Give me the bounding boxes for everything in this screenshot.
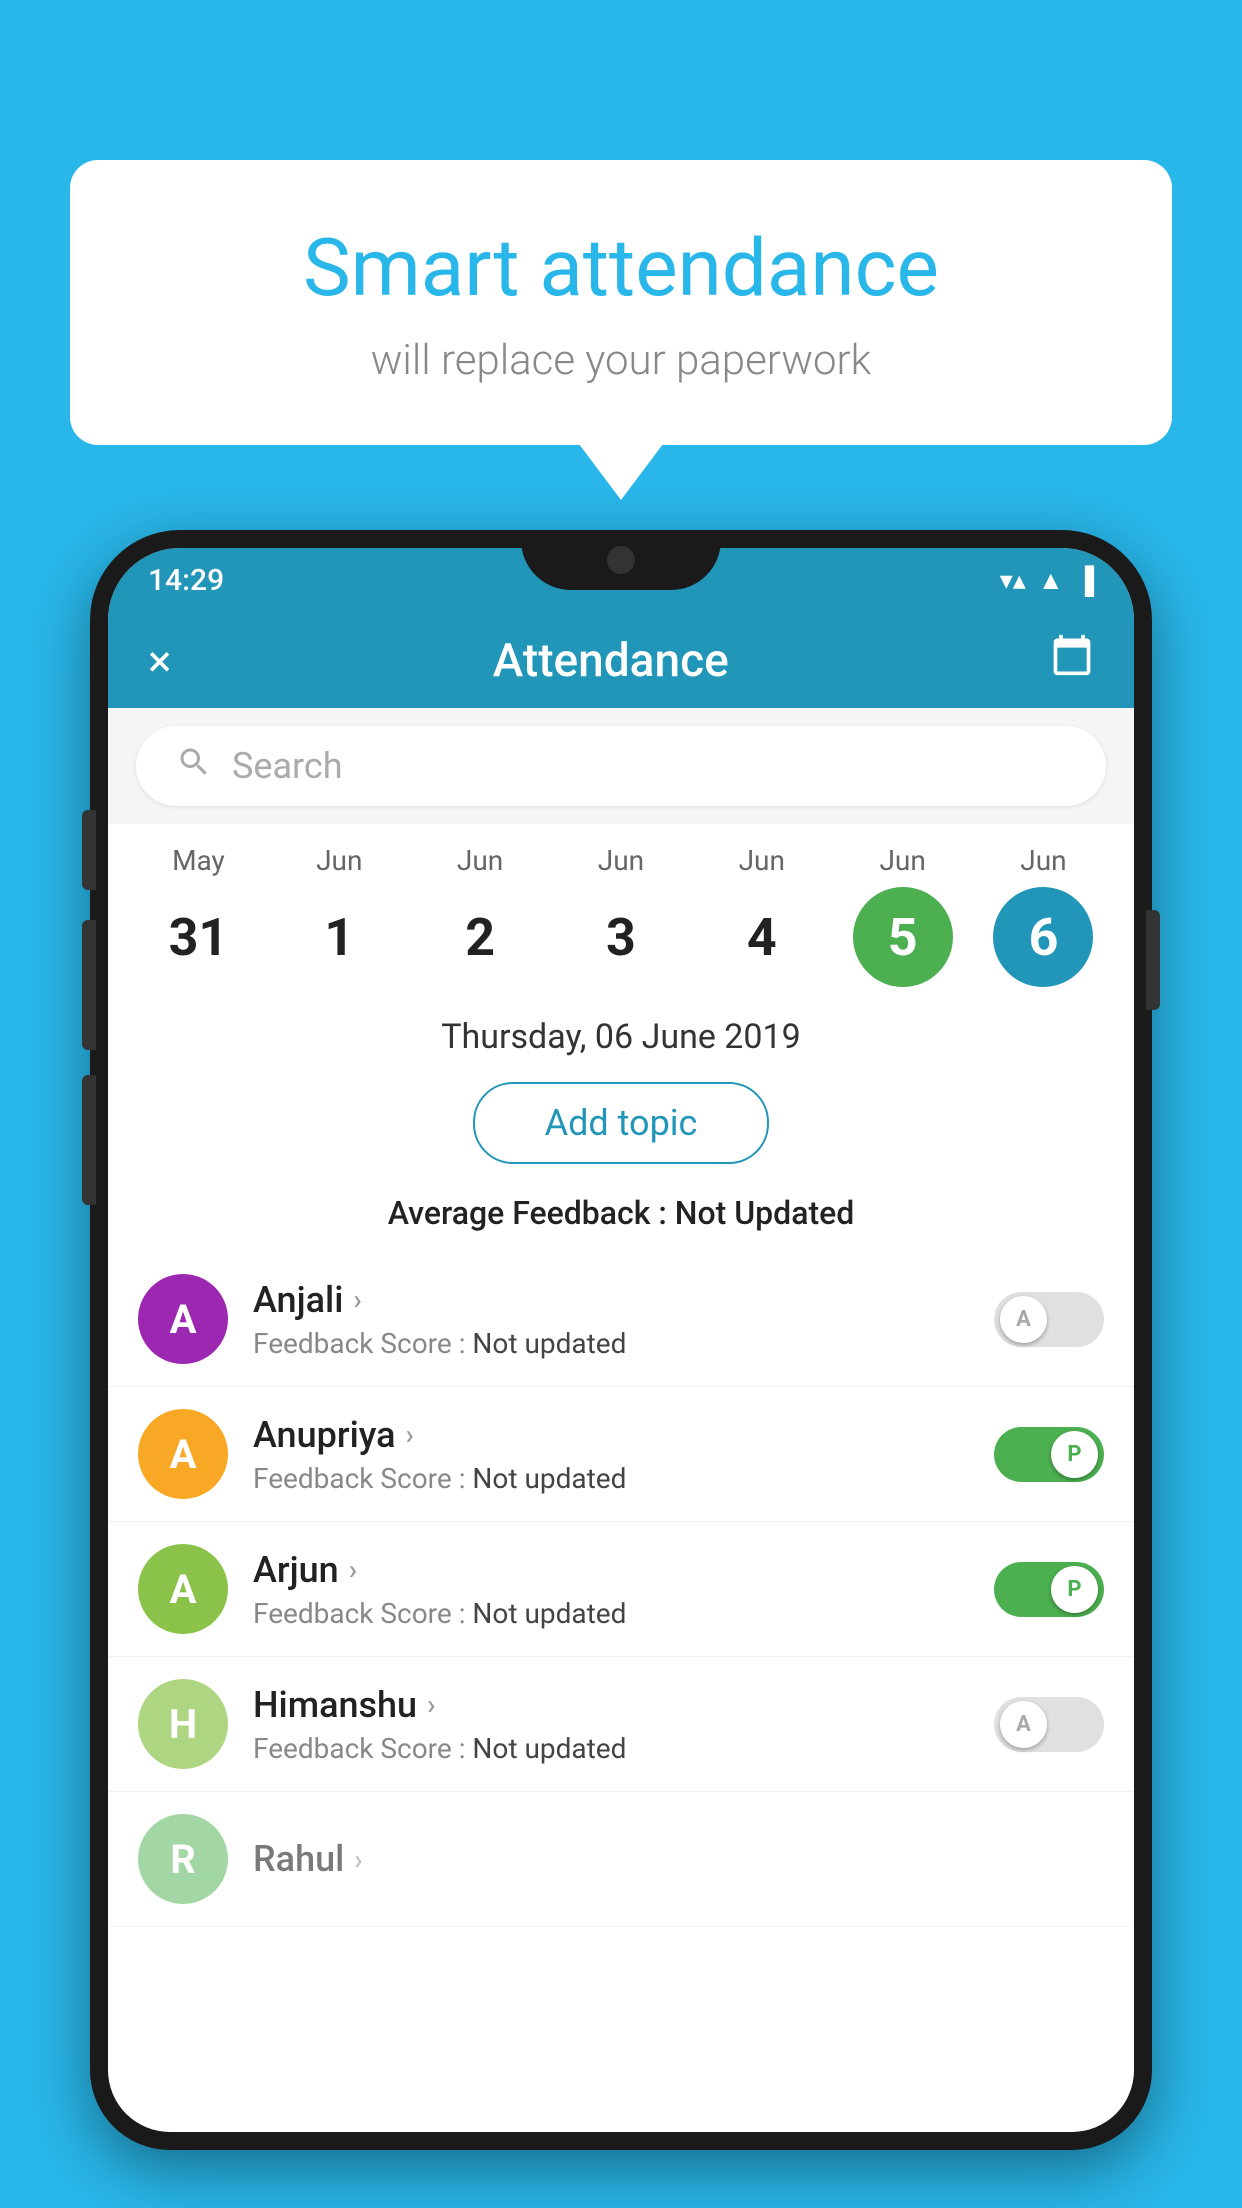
chevron-right-icon: › bbox=[349, 1553, 357, 1586]
day-number: 1 bbox=[289, 887, 389, 987]
add-topic-button[interactable]: Add topic bbox=[473, 1082, 770, 1164]
phone-screen: 14:29 ▾▴ ▲ ▐ × Attendance bbox=[108, 548, 1134, 2132]
wifi-icon: ▾▴ bbox=[1000, 566, 1026, 596]
student-name: Anupriya › bbox=[253, 1414, 969, 1456]
list-item[interactable]: R Rahul › bbox=[108, 1792, 1134, 1927]
toggle-knob: P bbox=[1051, 1431, 1098, 1478]
student-name: Himanshu › bbox=[253, 1684, 969, 1726]
speech-bubble-container: Smart attendance will replace your paper… bbox=[70, 160, 1172, 445]
date-info: Thursday, 06 June 2019 bbox=[108, 987, 1134, 1072]
student-info: Anupriya › Feedback Score : Not updated bbox=[253, 1414, 969, 1495]
volume-silent-button[interactable] bbox=[82, 810, 96, 890]
calendar-day-6[interactable]: Jun 6 bbox=[978, 844, 1108, 987]
attendance-toggle[interactable]: P bbox=[994, 1562, 1104, 1617]
app-title: Attendance bbox=[493, 634, 729, 688]
battery-icon: ▐ bbox=[1076, 565, 1094, 596]
search-bar[interactable]: Search bbox=[136, 726, 1106, 806]
chevron-right-icon: › bbox=[427, 1688, 435, 1721]
power-button[interactable] bbox=[1146, 910, 1160, 1010]
bubble-title: Smart attendance bbox=[150, 220, 1092, 316]
feedback-score: Feedback Score : Not updated bbox=[253, 1732, 969, 1765]
avatar: A bbox=[138, 1274, 228, 1364]
search-input-label: Search bbox=[232, 745, 343, 787]
avatar: A bbox=[138, 1409, 228, 1499]
calendar-day-3[interactable]: Jun 3 bbox=[556, 844, 686, 987]
day-number: 4 bbox=[712, 887, 812, 987]
toggle-present[interactable]: P bbox=[994, 1427, 1104, 1482]
month-label: Jun bbox=[457, 844, 503, 877]
avg-feedback-value: Not Updated bbox=[675, 1194, 855, 1232]
attendance-toggle[interactable]: A bbox=[994, 1697, 1104, 1752]
month-label: Jun bbox=[739, 844, 785, 877]
toggle-present[interactable]: P bbox=[994, 1562, 1104, 1617]
day-number: 31 bbox=[148, 887, 248, 987]
attendance-toggle[interactable]: P bbox=[994, 1427, 1104, 1482]
list-item[interactable]: A Arjun › Feedback Score : Not updated P bbox=[108, 1522, 1134, 1657]
avatar: A bbox=[138, 1544, 228, 1634]
app-toolbar: × Attendance bbox=[108, 613, 1134, 708]
phone-container: 14:29 ▾▴ ▲ ▐ × Attendance bbox=[90, 530, 1152, 2208]
month-label: May bbox=[172, 844, 225, 877]
student-name: Arjun › bbox=[253, 1549, 969, 1591]
feedback-score: Feedback Score : Not updated bbox=[253, 1327, 969, 1360]
avg-feedback-label: Average Feedback : bbox=[388, 1194, 667, 1232]
calendar-months-row: May 31 Jun 1 Jun 2 Jun 3 Jun 4 bbox=[108, 824, 1134, 987]
list-item[interactable]: H Himanshu › Feedback Score : Not update… bbox=[108, 1657, 1134, 1792]
chevron-right-icon: › bbox=[353, 1283, 361, 1316]
student-name: Rahul › bbox=[253, 1838, 1104, 1880]
day-number: 2 bbox=[430, 887, 530, 987]
feedback-score: Feedback Score : Not updated bbox=[253, 1462, 969, 1495]
student-name: Anjali › bbox=[253, 1279, 969, 1321]
calendar-day-2[interactable]: Jun 2 bbox=[415, 844, 545, 987]
calendar-day-4[interactable]: Jun 4 bbox=[697, 844, 827, 987]
toggle-absent[interactable]: A bbox=[994, 1697, 1104, 1752]
day-number: 3 bbox=[571, 887, 671, 987]
student-info: Rahul › bbox=[253, 1838, 1104, 1880]
search-container: Search bbox=[108, 708, 1134, 824]
month-label: Jun bbox=[1020, 844, 1066, 877]
month-label: Jun bbox=[316, 844, 362, 877]
avatar: R bbox=[138, 1814, 228, 1904]
student-info: Himanshu › Feedback Score : Not updated bbox=[253, 1684, 969, 1765]
camera bbox=[607, 546, 635, 574]
volume-down-button[interactable] bbox=[82, 1075, 96, 1205]
signal-icon: ▲ bbox=[1038, 565, 1064, 596]
add-topic-container: Add topic bbox=[108, 1072, 1134, 1184]
calendar-day-5[interactable]: Jun 5 bbox=[838, 844, 968, 987]
toggle-knob: P bbox=[1051, 1566, 1098, 1613]
list-item[interactable]: A Anjali › Feedback Score : Not updated … bbox=[108, 1252, 1134, 1387]
toggle-knob: A bbox=[1000, 1296, 1047, 1343]
close-button[interactable]: × bbox=[148, 635, 171, 687]
date-label: Thursday, 06 June 2019 bbox=[128, 1017, 1114, 1057]
phone-notch bbox=[521, 530, 721, 590]
day-number-selected: 6 bbox=[993, 887, 1093, 987]
month-label: Jun bbox=[598, 844, 644, 877]
status-time: 14:29 bbox=[148, 563, 224, 598]
student-info: Anjali › Feedback Score : Not updated bbox=[253, 1279, 969, 1360]
feedback-score: Feedback Score : Not updated bbox=[253, 1597, 969, 1630]
speech-bubble: Smart attendance will replace your paper… bbox=[70, 160, 1172, 445]
chevron-right-icon: › bbox=[354, 1843, 362, 1876]
calendar-day-1[interactable]: Jun 1 bbox=[274, 844, 404, 987]
toggle-knob: A bbox=[1000, 1701, 1047, 1748]
student-list: A Anjali › Feedback Score : Not updated … bbox=[108, 1252, 1134, 1927]
volume-up-button[interactable] bbox=[82, 920, 96, 1050]
day-number-today: 5 bbox=[853, 887, 953, 987]
toggle-absent[interactable]: A bbox=[994, 1292, 1104, 1347]
month-label: Jun bbox=[879, 844, 925, 877]
avatar: H bbox=[138, 1679, 228, 1769]
calendar-day-0[interactable]: May 31 bbox=[133, 844, 263, 987]
bubble-subtitle: will replace your paperwork bbox=[150, 336, 1092, 385]
search-icon bbox=[176, 744, 212, 789]
calendar-icon[interactable] bbox=[1050, 633, 1094, 688]
status-icons: ▾▴ ▲ ▐ bbox=[1000, 565, 1094, 596]
list-item[interactable]: A Anupriya › Feedback Score : Not update… bbox=[108, 1387, 1134, 1522]
attendance-toggle[interactable]: A bbox=[994, 1292, 1104, 1347]
phone-frame: 14:29 ▾▴ ▲ ▐ × Attendance bbox=[90, 530, 1152, 2150]
chevron-right-icon: › bbox=[406, 1418, 414, 1451]
avg-feedback: Average Feedback : Not Updated bbox=[108, 1184, 1134, 1252]
student-info: Arjun › Feedback Score : Not updated bbox=[253, 1549, 969, 1630]
